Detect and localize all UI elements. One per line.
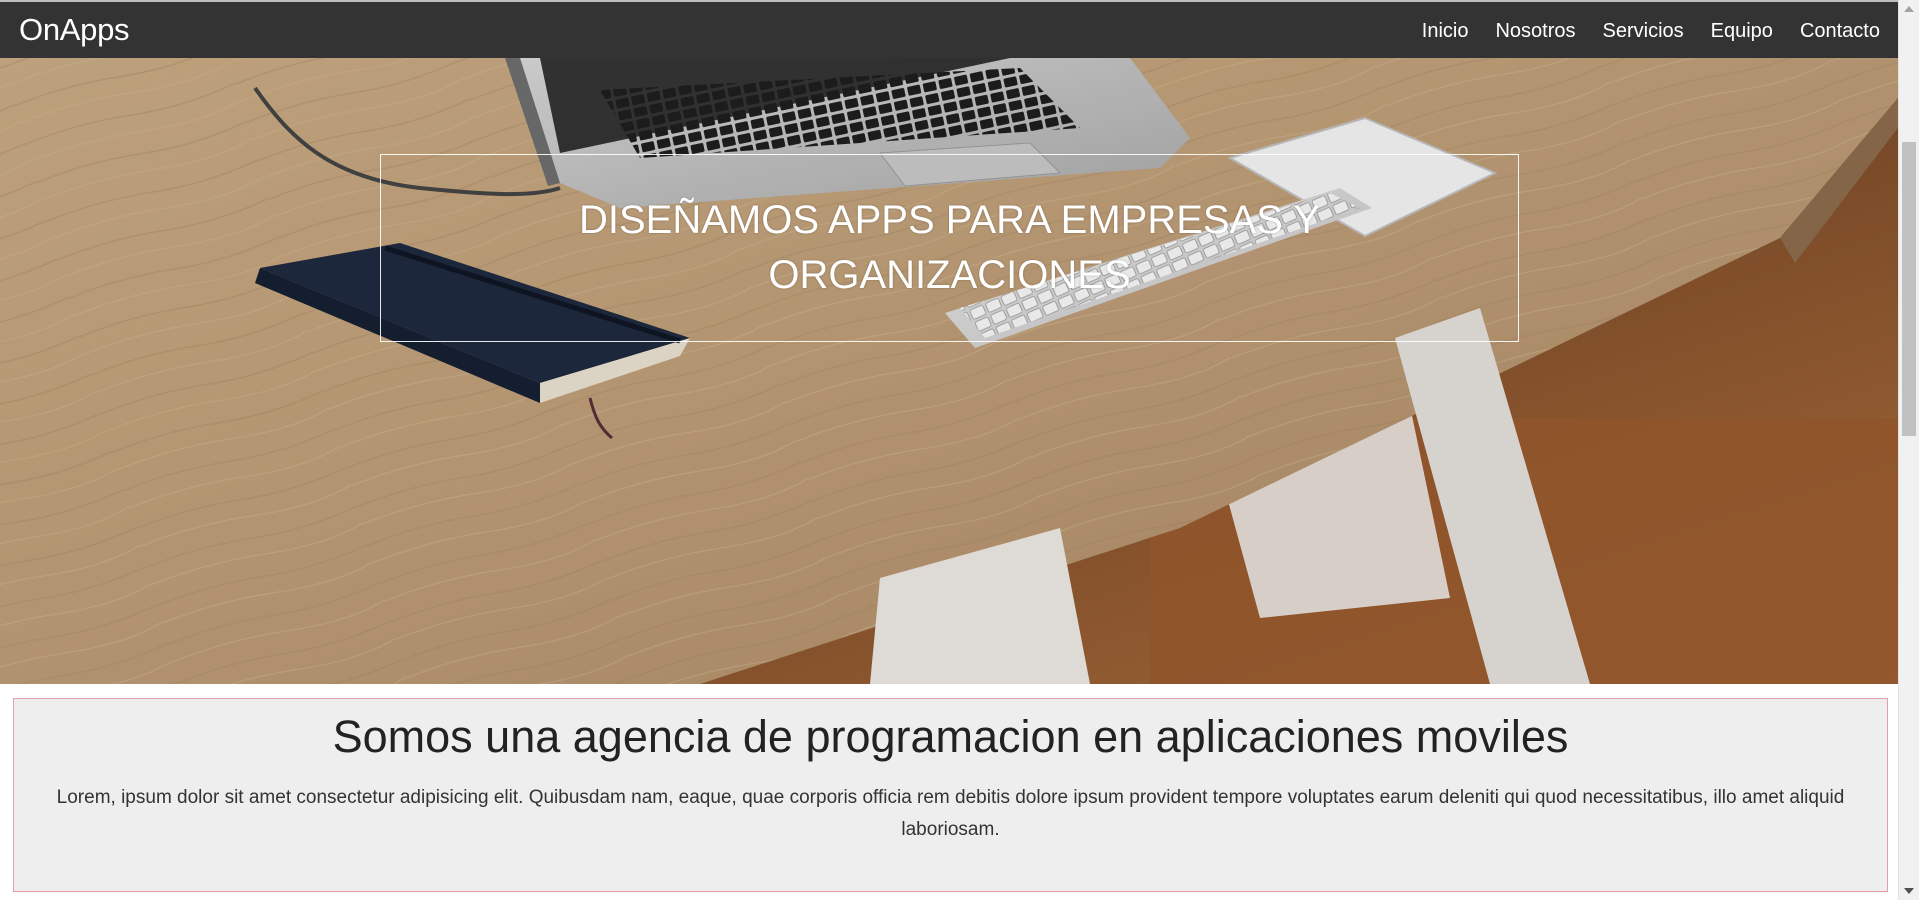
scroll-up-arrow-icon[interactable] bbox=[1904, 6, 1914, 12]
scroll-down-arrow-icon[interactable] bbox=[1904, 888, 1914, 894]
nav-link-contacto[interactable]: Contacto bbox=[1800, 20, 1880, 42]
hero-title: DISEÑAMOS APPS PARA EMPRESAS Y ORGANIZAC… bbox=[579, 198, 1320, 297]
about-title: Somos una agencia de programacion en apl… bbox=[332, 711, 1569, 762]
nav-links: Inicio Nosotros Servicios Equipo Contact… bbox=[1422, 20, 1880, 42]
nav-item-equipo: Equipo bbox=[1711, 20, 1773, 42]
about-card: Somos una agencia de programacion en apl… bbox=[13, 698, 1888, 892]
navbar: OnApps Inicio Nosotros Servicios Equipo … bbox=[0, 0, 1898, 58]
hero-section: DISEÑAMOS APPS PARA EMPRESAS Y ORGANIZAC… bbox=[0, 58, 1898, 684]
nav-link-servicios[interactable]: Servicios bbox=[1603, 20, 1684, 42]
brand-logo[interactable]: OnApps bbox=[19, 12, 130, 48]
nav-item-servicios: Servicios bbox=[1603, 20, 1684, 42]
about-section: Somos una agencia de programacion en apl… bbox=[0, 684, 1898, 900]
nav-link-equipo[interactable]: Equipo bbox=[1711, 20, 1773, 42]
nav-link-inicio[interactable]: Inicio bbox=[1422, 20, 1469, 42]
nav-item-nosotros: Nosotros bbox=[1495, 20, 1575, 42]
vertical-scrollbar[interactable] bbox=[1898, 0, 1919, 900]
nav-link-nosotros[interactable]: Nosotros bbox=[1495, 20, 1575, 42]
hero-title-frame: DISEÑAMOS APPS PARA EMPRESAS Y ORGANIZAC… bbox=[380, 154, 1519, 342]
page: OnApps Inicio Nosotros Servicios Equipo … bbox=[0, 0, 1919, 900]
scrollbar-thumb[interactable] bbox=[1902, 142, 1916, 436]
about-text: Lorem, ipsum dolor sit amet consectetur … bbox=[56, 787, 1845, 840]
nav-item-inicio: Inicio bbox=[1422, 20, 1469, 42]
nav-item-contacto: Contacto bbox=[1800, 20, 1880, 42]
hero-background-image bbox=[0, 58, 1898, 684]
